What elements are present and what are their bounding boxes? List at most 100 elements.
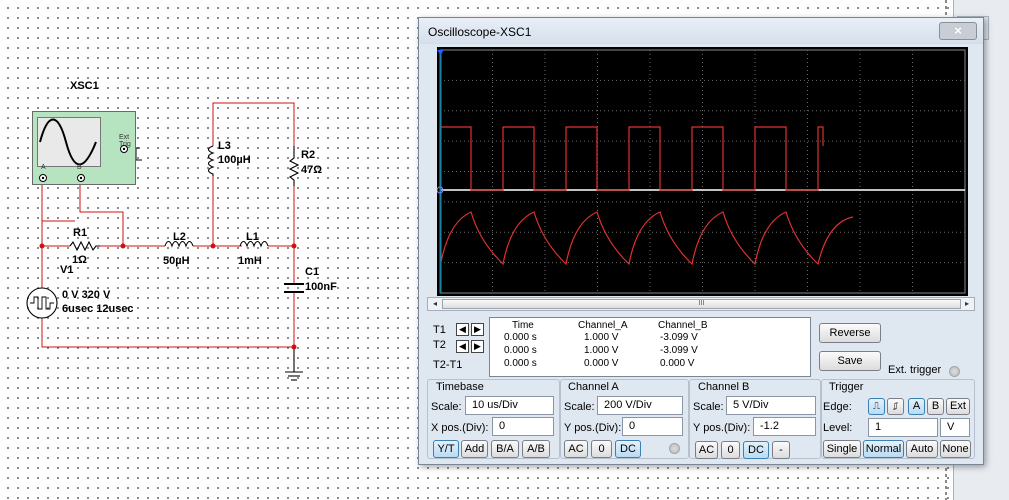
- window-title: Oscilloscope-XSC1: [428, 25, 532, 39]
- readout-cell: 0.000 V: [584, 358, 619, 369]
- arrow-right-icon: ▶: [474, 324, 481, 334]
- edge-label: Edge:: [823, 401, 852, 413]
- readout-header-a: Channel_A: [578, 320, 628, 331]
- t2-left-button[interactable]: ◀: [456, 340, 469, 353]
- channel-b-scale-field[interactable]: 5 V/Div: [726, 396, 816, 415]
- channel-b-zero-button[interactable]: 0: [721, 441, 740, 459]
- r1-symbol: [69, 240, 100, 252]
- single-button[interactable]: Single: [823, 440, 861, 458]
- readout-cell: 0.000 s: [504, 332, 537, 343]
- falling-edge-icon: ⎎: [892, 401, 899, 412]
- level-label: Level:: [823, 422, 853, 434]
- reverse-button[interactable]: Reverse: [819, 323, 881, 343]
- t2-right-button[interactable]: ▶: [471, 340, 484, 353]
- trigger-level-unit[interactable]: V: [940, 418, 970, 437]
- channel-a-ypos-field[interactable]: 0: [622, 417, 683, 436]
- readout-cell: 0.000 s: [504, 358, 537, 369]
- trigger-b-button[interactable]: B: [927, 398, 944, 415]
- channel-a-dc-button[interactable]: DC: [615, 440, 641, 458]
- readout-cell: -3.099 V: [660, 332, 698, 343]
- b-over-a-button[interactable]: B/A: [491, 440, 519, 458]
- v1-line2: 6usec 12usec: [62, 303, 134, 315]
- t1-label: T1: [433, 324, 446, 336]
- r1-name: R1: [73, 227, 88, 239]
- close-button[interactable]: ×: [939, 22, 977, 40]
- l2-value: 50µH: [163, 255, 190, 267]
- scroll-right-icon[interactable]: ▸: [961, 299, 973, 309]
- channel-a-scale-field[interactable]: 200 V/Div: [597, 396, 683, 415]
- channel-a-ypos-label: Y pos.(Div):: [564, 422, 622, 434]
- channel-a-terminal[interactable]: [669, 443, 680, 454]
- l3-symbol: [207, 145, 215, 176]
- timebase-scale-label: Scale:: [431, 401, 462, 413]
- v1-line1: 0 V 320 V: [62, 289, 111, 301]
- save-button[interactable]: Save: [819, 351, 881, 371]
- readout-cell: 1.000 V: [584, 345, 619, 356]
- close-icon: ×: [954, 23, 962, 38]
- readout-header-b: Channel_B: [658, 320, 708, 331]
- cursor-t1-handle: [437, 50, 444, 55]
- title-bar[interactable]: Oscilloscope-XSC1 ×: [419, 18, 983, 44]
- scroll-thumb[interactable]: III: [442, 299, 961, 309]
- channel-a-capacitor-trace: [439, 211, 854, 268]
- c1-name: C1: [305, 266, 320, 278]
- channel-b-dc-button[interactable]: DC: [743, 441, 769, 459]
- channel-b-ypos-field[interactable]: -1.2: [753, 417, 816, 436]
- channel-a-zero-button[interactable]: 0: [591, 440, 612, 458]
- r2-symbol: [288, 146, 300, 186]
- readout-cell: 0.000 V: [660, 358, 695, 369]
- scope-plot: [436, 49, 966, 294]
- l3-value: 100µH: [218, 154, 251, 166]
- falling-edge-button[interactable]: ⎎: [887, 398, 904, 415]
- r2-value: 47Ω: [301, 164, 323, 176]
- cursor-readout: Time Channel_A Channel_B 0.000 s 1.000 V…: [489, 317, 811, 377]
- channel-b-invert-button[interactable]: -: [772, 441, 790, 459]
- rising-edge-icon: ⎍: [873, 401, 880, 412]
- l1-value: 1mH: [238, 255, 262, 267]
- r2-name: R2: [301, 149, 316, 161]
- channel-b-ypos-label: Y pos.(Div):: [693, 422, 751, 434]
- trigger-a-button[interactable]: A: [908, 398, 925, 415]
- channel-a-title: Channel A: [568, 381, 619, 393]
- scope-display[interactable]: [436, 47, 968, 296]
- readout-header-time: Time: [512, 320, 534, 331]
- oscilloscope-window[interactable]: Oscilloscope-XSC1 × ◂ III ▸ T1 T2 T2-T1 …: [418, 17, 984, 465]
- yt-button[interactable]: Y/T: [433, 440, 459, 458]
- l2-name: L2: [173, 231, 186, 243]
- t1-left-button[interactable]: ◀: [456, 323, 469, 336]
- channel-a-ac-button[interactable]: AC: [564, 440, 588, 458]
- xsc1-label: XSC1: [70, 80, 99, 92]
- c1-value: 100nF: [305, 281, 337, 293]
- auto-button[interactable]: Auto: [906, 440, 938, 458]
- trigger-level-field[interactable]: 1: [868, 418, 938, 437]
- normal-button[interactable]: Normal: [863, 440, 904, 458]
- horizontal-scrollbar[interactable]: ◂ III ▸: [427, 297, 975, 311]
- a-over-b-button[interactable]: A/B: [522, 440, 550, 458]
- t1-right-button[interactable]: ▶: [471, 323, 484, 336]
- trigger-title: Trigger: [829, 381, 864, 393]
- v1-name: V1: [60, 264, 74, 276]
- timebase-scale-field[interactable]: 10 us/Div: [465, 396, 554, 415]
- add-button[interactable]: Add: [461, 440, 488, 458]
- xsc1-oscilloscope-icon[interactable]: Ext Trig A B: [32, 111, 136, 185]
- x-pos-label: X pos.(Div):: [431, 422, 489, 434]
- channel-a-scale-label: Scale:: [564, 401, 595, 413]
- port-a-label: A: [41, 164, 46, 171]
- rising-edge-button[interactable]: ⎍: [868, 398, 885, 415]
- ground-symbol: [285, 347, 303, 381]
- arrow-right-icon: ▶: [474, 341, 481, 351]
- x-pos-field[interactable]: 0: [492, 417, 554, 436]
- none-button[interactable]: None: [940, 440, 971, 458]
- l3-name: L3: [218, 140, 231, 152]
- trigger-ext-button[interactable]: Ext: [946, 398, 970, 415]
- channel-a-square-trace: [439, 126, 824, 191]
- channel-b-scale-label: Scale:: [693, 401, 724, 413]
- readout-cell: -3.099 V: [660, 345, 698, 356]
- l1-name: L1: [246, 231, 259, 243]
- channel-b-title: Channel B: [698, 381, 750, 393]
- t2-t1-label: T2-T1: [433, 359, 463, 371]
- readout-cell: 1.000 V: [584, 332, 619, 343]
- channel-b-ac-button[interactable]: AC: [695, 441, 718, 459]
- scroll-left-icon[interactable]: ◂: [429, 299, 441, 309]
- ext-trigger-terminal[interactable]: [949, 366, 960, 377]
